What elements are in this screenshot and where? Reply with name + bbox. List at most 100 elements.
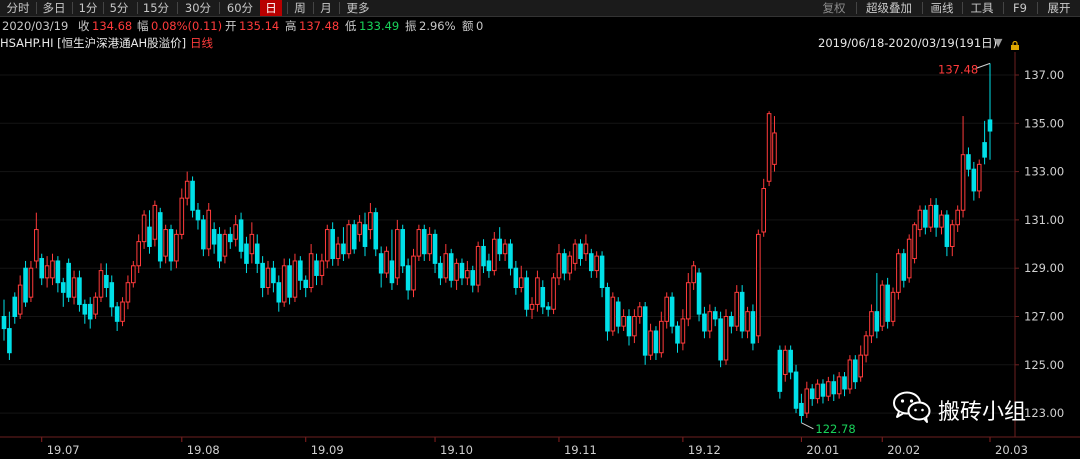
candle [551, 273, 556, 315]
candle-body [55, 260, 61, 284]
candle [201, 215, 206, 257]
candle [545, 302, 551, 317]
range-dropdown-icon[interactable]: ▼ [994, 35, 1002, 51]
candle-body [497, 238, 502, 255]
candle-body [836, 376, 842, 395]
candle [583, 234, 589, 261]
candle [804, 381, 810, 418]
candle-body [885, 284, 890, 322]
candle-body [923, 209, 928, 228]
candle-body [572, 243, 578, 264]
candle-body [777, 349, 783, 392]
candle [411, 248, 416, 298]
candle [788, 345, 793, 380]
candle [136, 234, 141, 274]
tab-weekly[interactable]: 周 [290, 0, 310, 16]
candle-body [109, 282, 115, 308]
candle [147, 210, 152, 254]
f9-button[interactable]: F9 [1008, 0, 1032, 16]
candle-body [201, 219, 206, 250]
candle [858, 345, 863, 382]
candle-body [378, 253, 384, 274]
candle-body [254, 243, 260, 264]
date-range[interactable]: 2019/06/18-2020/03/19(191日) [818, 35, 997, 51]
tab-60min[interactable]: 60分 [223, 0, 257, 16]
candle-body [831, 381, 837, 395]
candle [702, 306, 707, 339]
high-label: 高 [285, 19, 297, 33]
candle-body [50, 260, 55, 279]
candle-body [696, 272, 702, 315]
candle [416, 224, 422, 261]
y-tick-label: 133.00 [1024, 165, 1064, 179]
candle-body [281, 265, 287, 303]
candle-body [319, 260, 325, 276]
expand-button[interactable]: 展开 [1042, 0, 1076, 16]
candle-body [454, 262, 459, 281]
candle-body [874, 311, 880, 332]
lock-icon[interactable] [1010, 38, 1020, 50]
candle-body [917, 209, 923, 231]
candle [163, 224, 168, 264]
candle-body [465, 270, 470, 279]
candle [707, 304, 713, 339]
candle-body [529, 303, 535, 310]
candle [605, 282, 610, 341]
high-value: 137.48 [299, 19, 340, 33]
candle [793, 364, 799, 414]
tab-monthly[interactable]: 月 [316, 0, 336, 16]
candle [879, 280, 885, 331]
candle-body [637, 306, 643, 317]
tab-more[interactable]: 更多 [343, 0, 373, 16]
candle [944, 210, 950, 257]
candle [17, 275, 23, 319]
candle [298, 256, 303, 290]
tab-5min[interactable]: 5分 [106, 0, 132, 16]
candle [265, 260, 271, 295]
tab-daily[interactable]: 日 [260, 0, 282, 16]
candle-body [438, 262, 443, 279]
tools-button[interactable]: 工具 [966, 0, 998, 16]
candle-body [626, 316, 632, 337]
candle [55, 256, 61, 293]
y-tick-label: 131.00 [1024, 213, 1064, 227]
candle-body [395, 229, 400, 279]
candle [874, 273, 880, 339]
candle [152, 200, 158, 247]
candle-body [987, 119, 993, 132]
candle [190, 176, 195, 218]
candle [976, 159, 982, 199]
candle-body [411, 255, 416, 291]
super-overlay-button[interactable]: 超级叠加 [861, 0, 917, 16]
period-toolbar: 分时 多日 1分 5分 15分 30分 60分 日 周 月 更多 复权 超级叠加… [0, 0, 1080, 17]
candle-body [152, 204, 158, 240]
candle-body [772, 132, 777, 165]
tab-1min[interactable]: 1分 [76, 0, 100, 16]
candle [599, 251, 605, 298]
tab-15min[interactable]: 15分 [141, 0, 171, 16]
candle [174, 229, 179, 269]
adjust-button[interactable]: 复权 [815, 0, 853, 16]
y-tick-label: 129.00 [1024, 261, 1064, 275]
candle-body [362, 224, 368, 247]
x-tick-label: 19.11 [564, 443, 597, 457]
tab-fenshi[interactable]: 分时 [3, 0, 33, 16]
candle [847, 355, 853, 394]
tab-duori[interactable]: 多日 [39, 0, 69, 16]
candle-body [799, 402, 804, 417]
candle [384, 246, 389, 278]
candle [486, 253, 492, 278]
candle-body [443, 253, 449, 279]
candle [637, 302, 643, 324]
candle [324, 224, 330, 269]
candle [869, 304, 874, 344]
candle-body [949, 224, 955, 247]
candle-body [712, 311, 718, 320]
candle-body [680, 318, 686, 344]
candle-body [163, 229, 168, 257]
candle [653, 326, 659, 360]
draw-line-button[interactable]: 画线 [926, 0, 958, 16]
candle-body [535, 277, 540, 305]
tab-30min[interactable]: 30分 [181, 0, 215, 16]
candle-body [976, 163, 982, 192]
